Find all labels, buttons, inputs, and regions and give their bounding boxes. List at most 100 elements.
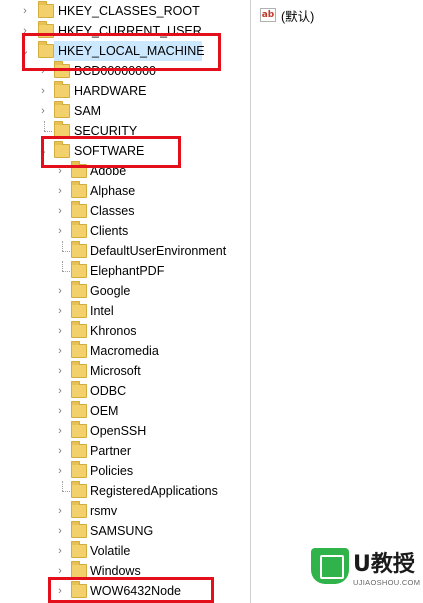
tree-item-microsoft[interactable]: › Microsoft: [0, 361, 250, 381]
tree-connector: [62, 481, 63, 491]
tree-item-label: SAM: [74, 104, 102, 118]
watermark-brand: U教授: [353, 552, 415, 577]
tree-item-label: Google: [90, 284, 131, 298]
tree-item-clients[interactable]: › Clients: [0, 221, 250, 241]
tree-item-label: HKEY_CLASSES_ROOT: [58, 4, 200, 18]
folder-icon: [71, 521, 87, 538]
folder-icon: [71, 281, 87, 298]
tree-item-label: Partner: [90, 444, 131, 458]
folder-icon: [71, 401, 87, 418]
string-value-icon: ab: [260, 8, 276, 22]
folder-icon: [71, 361, 87, 378]
tree-item-odbc[interactable]: › ODBC: [0, 381, 250, 401]
tree-item-intel[interactable]: › Intel: [0, 301, 250, 321]
tree-item-label: ElephantPDF: [90, 264, 165, 278]
folder-icon: [71, 341, 87, 358]
chevron-right-icon[interactable]: ›: [54, 461, 66, 481]
tree-connector: [44, 131, 52, 132]
chevron-right-icon[interactable]: ›: [54, 541, 66, 561]
tree-item-registeredapplications[interactable]: RegisteredApplications: [0, 481, 250, 501]
tree-item-label: Volatile: [90, 544, 131, 558]
tree-item-elephantpdf[interactable]: ElephantPDF: [0, 261, 250, 281]
chevron-right-icon[interactable]: ›: [54, 421, 66, 441]
chevron-right-icon[interactable]: ›: [54, 501, 66, 521]
highlight-box-wow6432node: [48, 577, 214, 603]
tree-item-policies[interactable]: › Policies: [0, 461, 250, 481]
chevron-right-icon[interactable]: ›: [54, 381, 66, 401]
tree-item-alphase[interactable]: › Alphase: [0, 181, 250, 201]
registry-values-pane[interactable]: ab (默认) U教授 UJIAOSHOU.COM: [251, 0, 423, 603]
folder-icon: [54, 101, 70, 118]
chevron-right-icon[interactable]: ›: [54, 301, 66, 321]
folder-icon: [71, 461, 87, 478]
tree-item-label: Classes: [90, 204, 135, 218]
chevron-right-icon[interactable]: ›: [54, 181, 66, 201]
registry-tree-pane[interactable]: › HKEY_CLASSES_ROOT › HKEY_CURRENT_USER …: [0, 0, 251, 603]
chevron-right-icon[interactable]: ›: [19, 1, 31, 21]
highlight-box-software: [41, 136, 181, 168]
tree-item-label: Clients: [90, 224, 129, 238]
tree-connector: [62, 241, 63, 251]
chevron-right-icon[interactable]: ›: [54, 281, 66, 301]
chevron-right-icon[interactable]: ›: [54, 361, 66, 381]
tree-connector: [62, 271, 70, 272]
folder-icon: [54, 81, 70, 98]
tree-item-khronos[interactable]: › Khronos: [0, 321, 250, 341]
watermark-url: UJIAOSHOU.COM: [353, 578, 421, 587]
chevron-right-icon[interactable]: ›: [54, 521, 66, 541]
chevron-right-icon[interactable]: ›: [54, 401, 66, 421]
folder-icon: [71, 321, 87, 338]
tree-connector: [62, 491, 70, 492]
folder-icon: [71, 541, 87, 558]
folder-icon: [71, 441, 87, 458]
watermark-logo: U教授 UJIAOSHOU.COM: [311, 544, 421, 600]
tree-item-label: OEM: [90, 404, 119, 418]
tree-item-samsung[interactable]: › SAMSUNG: [0, 521, 250, 541]
tree-item-volatile[interactable]: › Volatile: [0, 541, 250, 561]
folder-icon: [71, 241, 87, 258]
chevron-right-icon[interactable]: ›: [54, 221, 66, 241]
windows-logo-icon: [311, 548, 349, 584]
folder-icon: [71, 421, 87, 438]
tree-item-oem[interactable]: › OEM: [0, 401, 250, 421]
tree-item-hardware[interactable]: › HARDWARE: [0, 81, 250, 101]
tree-item-label: Alphase: [90, 184, 136, 198]
chevron-right-icon[interactable]: ›: [37, 101, 49, 121]
folder-icon: [71, 481, 87, 498]
chevron-right-icon[interactable]: ›: [37, 81, 49, 101]
tree-item-label: rsmv: [90, 504, 118, 518]
tree-connector: [62, 261, 63, 271]
chevron-right-icon[interactable]: ›: [54, 321, 66, 341]
folder-icon: [71, 181, 87, 198]
tree-item-label: HARDWARE: [74, 84, 147, 98]
tree-connector: [44, 121, 45, 131]
tree-item-google[interactable]: › Google: [0, 281, 250, 301]
tree-item-sam[interactable]: › SAM: [0, 101, 250, 121]
tree-item-hkey-classes-root[interactable]: › HKEY_CLASSES_ROOT: [0, 1, 250, 21]
folder-icon: [71, 201, 87, 218]
tree-item-label: Intel: [90, 304, 114, 318]
tree-item-label: Macromedia: [90, 344, 159, 358]
tree-item-label: Khronos: [90, 324, 137, 338]
tree-item-rsmv[interactable]: › rsmv: [0, 501, 250, 521]
value-name: (默认): [281, 10, 315, 24]
folder-icon: [71, 261, 87, 278]
tree-item-label: RegisteredApplications: [90, 484, 218, 498]
folder-icon: [71, 301, 87, 318]
chevron-right-icon[interactable]: ›: [54, 201, 66, 221]
tree-item-defaultuserenvironment[interactable]: DefaultUserEnvironment: [0, 241, 250, 261]
tree-item-macromedia[interactable]: › Macromedia: [0, 341, 250, 361]
tree-item-label: DefaultUserEnvironment: [90, 244, 227, 258]
tree-item-label: Microsoft: [90, 364, 141, 378]
tree-connector: [62, 251, 70, 252]
chevron-right-icon[interactable]: ›: [54, 441, 66, 461]
tree-item-classes[interactable]: › Classes: [0, 201, 250, 221]
highlight-box-hklm: [22, 33, 221, 71]
folder-icon: [38, 1, 54, 18]
folder-icon: [71, 221, 87, 238]
tree-item-label: ODBC: [90, 384, 127, 398]
chevron-right-icon[interactable]: ›: [54, 341, 66, 361]
tree-item-partner[interactable]: › Partner: [0, 441, 250, 461]
value-row-default[interactable]: ab (默认): [251, 0, 423, 28]
tree-item-openssh[interactable]: › OpenSSH: [0, 421, 250, 441]
